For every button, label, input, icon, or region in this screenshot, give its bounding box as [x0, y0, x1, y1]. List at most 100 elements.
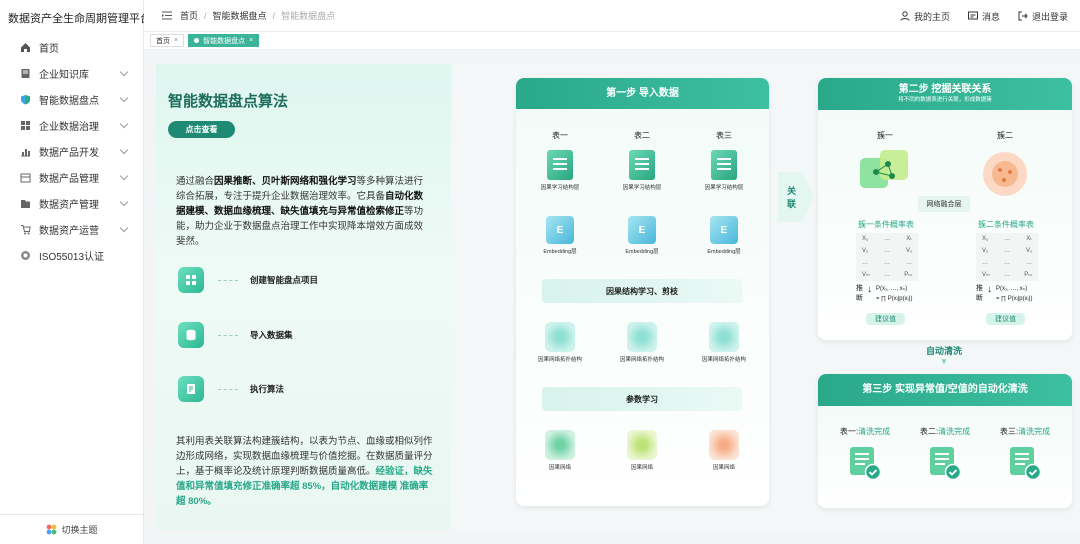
- folder-icon: [19, 197, 31, 209]
- sidebar-item-4[interactable]: 数据产品开发: [0, 138, 143, 164]
- logout-link[interactable]: 退出登录: [1018, 10, 1068, 23]
- step-run-algorithm[interactable]: 执行算法: [178, 376, 284, 402]
- layer4-col3: 因果网络: [694, 430, 754, 471]
- sidebar-item-7[interactable]: 数据资产运营: [0, 216, 143, 242]
- chart-icon: [19, 145, 31, 157]
- close-icon[interactable]: ×: [249, 37, 253, 44]
- chevron-down-icon: [119, 119, 129, 129]
- grid-icon: [19, 119, 31, 131]
- table-doc-icon: [547, 150, 573, 180]
- cpt-row: X₁ … Xₜ: [976, 233, 1038, 245]
- table-doc-icon: [629, 150, 655, 180]
- sidebar-nav: 首页企业知识库智能数据盘点 企业数据治理 数据产品开发数据产品管理 数据资产管理 数据资…: [0, 34, 143, 268]
- table-header: 表三: [716, 131, 732, 140]
- cpt-table-one: X₁ … Xₜ V₁ … V₁ … … … Vₘ … Pₘ: [856, 233, 918, 281]
- fusion-layer: 网络融合层: [918, 196, 970, 212]
- logout-label: 退出登录: [1031, 11, 1068, 22]
- my-home-link[interactable]: 我的主页: [900, 10, 950, 23]
- infer-char: 断: [976, 295, 983, 302]
- sidebar-item-label: 首页: [39, 43, 59, 55]
- layer1-col2: 因果学习结构层: [612, 150, 672, 191]
- close-icon[interactable]: ×: [174, 37, 178, 44]
- breadcrumb: 首页 / 智能数据盘点 / 智能数据盘点: [180, 9, 336, 22]
- tab-smart-inventory-label: 智能数据盘点: [203, 37, 246, 45]
- step3-card: 第三步 实现异常值/空值的自动化清洗 表一:清洗完成 表二:清洗完成 表三:清洗完成: [818, 374, 1072, 508]
- layer-caption: 因果网络拓扑结构: [619, 357, 664, 363]
- breadcrumb-home[interactable]: 首页: [180, 9, 198, 22]
- step-import-dataset[interactable]: 导入数据集: [178, 322, 293, 348]
- step-label: 执行算法: [250, 384, 285, 394]
- cpt-title: 簇二条件概率表: [978, 220, 1034, 229]
- sidebar-item-1[interactable]: 企业知识库: [0, 60, 143, 86]
- down-arrow-icon: ▼: [940, 357, 948, 366]
- sidebar-item-8[interactable]: ISO55013认证: [0, 242, 143, 268]
- cpt-cell: …: [906, 260, 912, 266]
- network-icon: [709, 430, 739, 460]
- cpt-cell: V₁: [982, 248, 989, 254]
- tab-home[interactable]: 首页 ×: [150, 34, 185, 47]
- chevron-down-icon: [119, 93, 129, 103]
- network-icon: [627, 322, 657, 352]
- formula: = ∏ P(xᵢ|p(xᵢ)): [876, 296, 913, 302]
- layer2-col3: E Embedding层: [694, 216, 754, 255]
- sidebar-item-label: 企业数据治理: [39, 121, 99, 133]
- embedding-icon: E: [628, 216, 656, 244]
- shield-icon: [19, 93, 31, 105]
- database-icon: [178, 322, 204, 348]
- message-link[interactable]: 消息: [967, 10, 1000, 23]
- network-icon: [627, 430, 657, 460]
- cluster-two-network-icon: [980, 150, 1030, 198]
- layer4-col2: 因果网络: [612, 430, 672, 471]
- switch-theme-button[interactable]: 切换主题: [0, 514, 144, 544]
- status-text: 清洗完成: [858, 427, 891, 436]
- tab-home-label: 首页: [156, 37, 170, 45]
- auto-clean-label: 自动清洗 ▼: [904, 344, 984, 366]
- cpt-cell: Xₜ: [906, 236, 912, 242]
- topbar: 首页 / 智能数据盘点 / 智能数据盘点 我的主页 消息 退出登录: [144, 0, 1080, 32]
- chevron-down-icon: [119, 145, 129, 155]
- sidebar-item-5[interactable]: 数据产品管理: [0, 164, 143, 190]
- layer-caption: 因果网络: [712, 465, 735, 471]
- cpt-cell: …: [1004, 272, 1010, 278]
- breadcrumb-section[interactable]: 智能数据盘点: [213, 9, 267, 22]
- cpt-row: V₁ … V₁: [976, 245, 1038, 257]
- layer-caption: 因果学习结构层: [540, 185, 580, 191]
- step-create-project[interactable]: 创建智能盘点项目: [178, 267, 318, 293]
- network-icon: [709, 322, 739, 352]
- menu-toggle-icon[interactable]: [162, 11, 172, 20]
- active-dot-icon: [194, 38, 200, 43]
- dash-divider: [218, 279, 238, 281]
- cpt-cell: …: [982, 260, 988, 266]
- down-arrow-icon: ↓: [867, 284, 872, 295]
- view-button[interactable]: 点击查看: [168, 121, 235, 138]
- cpt-cell: Pₘ: [1024, 272, 1032, 278]
- suggest-value-two: 建议值: [986, 308, 1025, 326]
- layer1-col1: 因果学习结构层: [530, 150, 590, 191]
- cpt-cell: Vₘ: [982, 272, 990, 278]
- cpt-cell: X₁: [982, 236, 989, 242]
- clean-result-item: 表三:清洗完成: [988, 426, 1062, 481]
- layer1-col3: 因果学习结构层: [694, 150, 754, 191]
- auto-clean-text: 自动清洗: [925, 346, 962, 356]
- sidebar-item-6[interactable]: 数据资产管理: [0, 190, 143, 216]
- sidebar-item-3[interactable]: 企业数据治理: [0, 112, 143, 138]
- intro-description: 通过融合因果推断、贝叶斯网络和强化学习等多种算法进行综合拓展，专注于提升企业数据…: [176, 174, 432, 249]
- tab-smart-inventory[interactable]: 智能数据盘点 ×: [188, 34, 260, 47]
- clean-result-item: 表一:清洗完成: [828, 426, 902, 481]
- switch-theme-label: 切换主题: [61, 525, 98, 535]
- desc-text: 通过融合: [176, 176, 215, 187]
- cluster-label: 簇一: [877, 131, 893, 140]
- cluster-one-network-icon: [860, 150, 910, 198]
- sidebar-item-2[interactable]: 智能数据盘点: [0, 86, 143, 112]
- sidebar-item-0[interactable]: 首页: [0, 34, 143, 60]
- suggest-pill: 建议值: [986, 313, 1025, 325]
- chevron-down-icon: [119, 171, 129, 181]
- sidebar-item-label: 智能数据盘点: [39, 95, 99, 107]
- step1-title: 第一步 导入数据: [516, 78, 769, 109]
- sidebar-item-label: 数据产品开发: [39, 147, 99, 159]
- cpt-row: ………: [976, 257, 1038, 269]
- intro-panel: 智能数据盘点算法 点击查看 通过融合因果推断、贝叶斯网络和强化学习等多种算法进行…: [156, 64, 451, 530]
- link-char: 关: [787, 186, 797, 196]
- layer2-col2: E Embedding层: [612, 216, 672, 255]
- layer-caption: 因果学习结构层: [622, 185, 662, 191]
